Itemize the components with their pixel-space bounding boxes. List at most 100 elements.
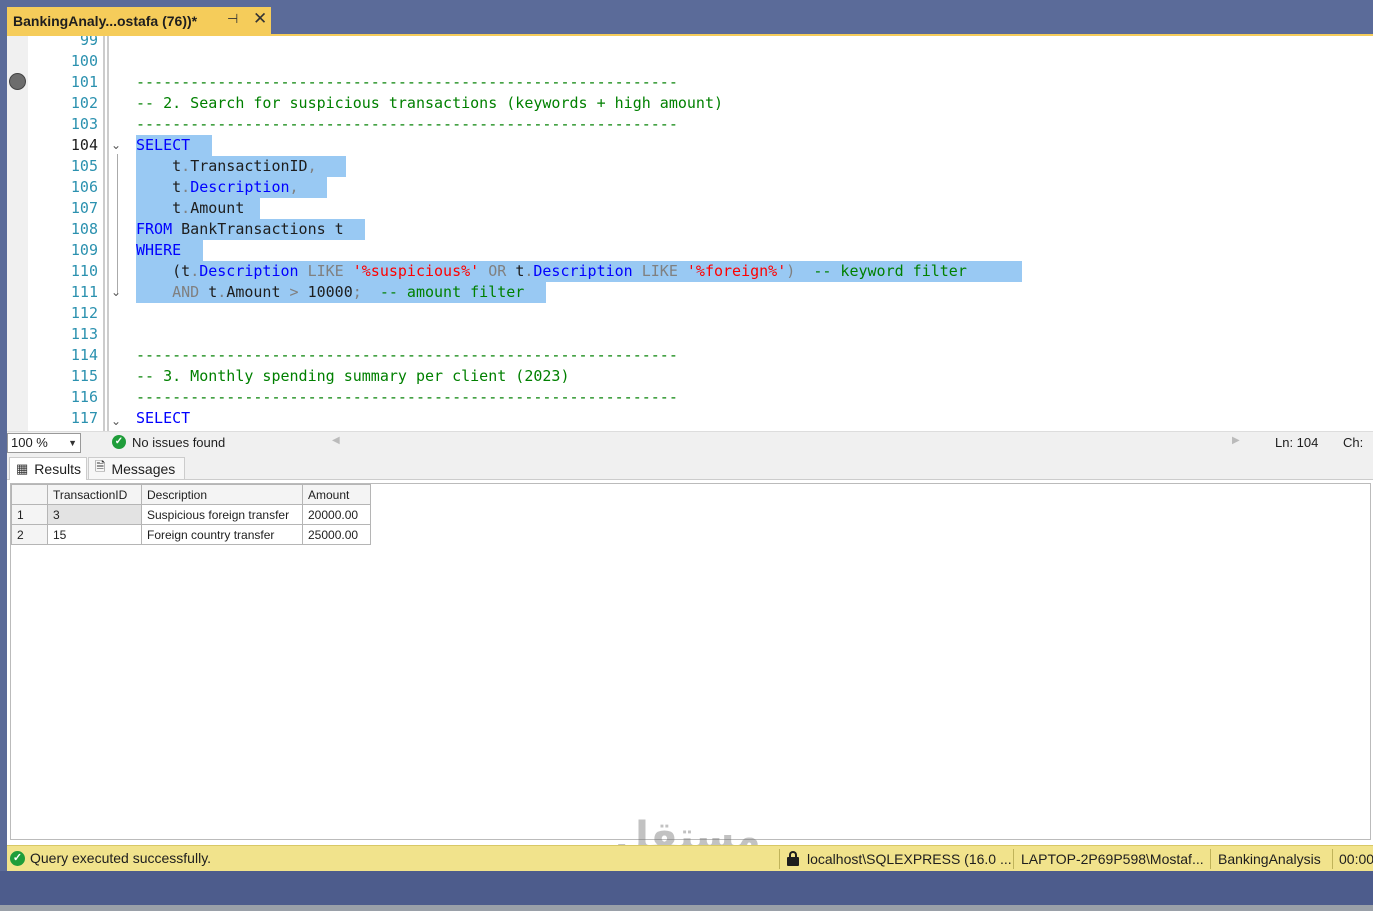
table-cell[interactable]: Suspicious foreign transfer [141,504,303,525]
line-number: 111 [70,283,98,301]
tab-title: BankingAnaly...ostafa (76))* [13,12,198,29]
code-line-105: t.TransactionID, [136,156,317,177]
row-number[interactable]: 2 [11,524,48,545]
sql-identifier: Amount [190,199,245,217]
line-number: 117 [70,409,98,427]
sql-comment: -- amount filter [361,283,525,301]
sql-keyword: WHERE [136,241,182,259]
status-divider [779,849,780,869]
sql-operator: LIKE [298,262,353,280]
code-line-107: t.Amount [136,198,244,219]
results-grid[interactable]: TransactionID Description Amount 1 3 Sus… [10,483,1371,840]
code-line-116: ----------------------------------------… [136,388,678,406]
sql-operator: OR [479,262,516,280]
line-number: 100 [70,52,98,70]
check-circle-icon: ✓ [112,435,126,449]
code-line-101: ----------------------------------------… [136,73,678,91]
tab-results-label: Results [34,461,81,477]
sql-keyword: Description [199,262,299,280]
editor-status-strip: 100 % ▼ ✓ No issues found ◀ ▶ Ln: 104 Ch… [7,431,1373,465]
server-name: localhost\SQLEXPRESS (16.0 ... [807,851,1012,867]
check-circle-icon: ✓ [10,851,25,866]
table-row: 2 15 Foreign country transfer 25000.00 [11,524,371,545]
sql-operator: . [181,199,191,217]
query-status-bar: ✓ Query executed successfully. localhost… [7,845,1373,871]
code-area[interactable]: ----------------------------------------… [136,36,1373,431]
sql-operator: . [190,262,200,280]
results-pane: ▦ Results 🗎 Messages TransactionID Descr… [7,453,1373,845]
sql-string: '%foreign%' [686,262,787,280]
line-number: 102 [70,94,98,112]
messages-icon: 🗎 [95,458,106,474]
status-divider [1210,849,1211,869]
sql-operator: AND [136,283,209,301]
line-number: 114 [70,346,98,364]
table-cell[interactable]: 25000.00 [302,524,371,545]
scroll-left-icon[interactable]: ◀ [332,435,340,446]
code-line-110: (t.Description LIKE '%suspicious%' OR t.… [136,261,967,282]
database-name: BankingAnalysis [1218,851,1321,867]
sql-operator: LIKE [632,262,687,280]
sql-keyword: SELECT [136,409,191,427]
row-number[interactable]: 1 [11,504,48,525]
sql-operator: , [289,178,299,196]
line-number: 113 [70,325,98,343]
sql-identifier: TransactionID [190,157,308,175]
table-cell[interactable]: Foreign country transfer [141,524,303,545]
sql-keyword: FROM [136,220,173,238]
column-header[interactable]: Amount [302,484,371,505]
breakpoint-icon[interactable] [9,73,26,90]
row-header-corner[interactable] [11,484,48,505]
fold-collapse-icon[interactable]: ⌄ [111,138,121,152]
line-number: 107 [70,199,98,217]
line-number: 99 [79,34,98,49]
line-number: 106 [70,178,98,196]
sql-operator: , [307,157,317,175]
issues-status[interactable]: No issues found [132,435,225,450]
sql-string: '%suspicious%' [352,262,480,280]
sql-operator: > [280,283,308,301]
line-number: 116 [70,388,98,406]
zoom-dropdown[interactable]: 100 % ▼ [7,433,81,453]
tab-results[interactable]: ▦ Results [9,457,87,480]
sql-keyword: Description [190,178,290,196]
sql-operator: . [181,157,191,175]
scroll-right-icon[interactable]: ▶ [1232,435,1240,446]
line-number-gutter: 99 100 101 102 103 104 105 106 107 108 1… [28,36,98,431]
code-line-114: ----------------------------------------… [136,346,678,364]
sql-number: 10000 [307,283,353,301]
sql-identifier: t [136,178,182,196]
sql-operator: ) [786,262,796,280]
document-tab-active[interactable]: BankingAnaly...ostafa (76))* ⊣ ✕ [7,7,271,34]
table-cell[interactable]: 15 [47,524,142,545]
code-line-108: FROM BankTransactions t [136,219,344,240]
taskbar-strip [0,905,1373,911]
lock-icon [787,851,799,866]
query-editor[interactable]: 99 100 101 102 103 104 105 106 107 108 1… [7,34,1373,431]
close-icon[interactable]: ✕ [253,9,267,29]
column-header[interactable]: Description [141,484,303,505]
code-line-102: -- 2. Search for suspicious transactions… [136,94,723,112]
sql-operator: . [217,283,227,301]
sql-keyword: Description [533,262,633,280]
sql-identifier: (t [136,262,191,280]
line-number: 112 [70,304,98,322]
line-number: 109 [70,241,98,259]
sql-identifier: BankTransactions t [172,220,344,238]
line-number: 105 [70,157,98,175]
table-cell[interactable]: 20000.00 [302,504,371,525]
pin-icon[interactable]: ⊣ [227,11,238,27]
results-tab-bar: ▦ Results 🗎 Messages [7,453,1373,480]
column-header[interactable]: TransactionID [47,484,142,505]
sql-identifier: t [136,199,182,217]
line-number: 115 [70,367,98,385]
tab-messages[interactable]: 🗎 Messages [88,457,185,480]
sql-operator: . [181,178,191,196]
sql-identifier: t [208,283,218,301]
fold-end-icon[interactable]: ⌄ [111,285,121,299]
code-line-104: SELECT [136,135,190,156]
glyph-margin[interactable] [7,36,28,431]
code-line-103: ----------------------------------------… [136,115,678,133]
fold-collapse-icon[interactable]: ⌄ [111,414,121,428]
table-cell[interactable]: 3 [47,504,142,525]
